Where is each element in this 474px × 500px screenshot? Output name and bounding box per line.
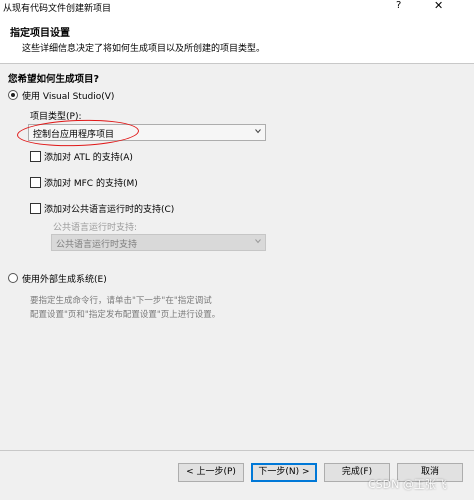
radio-use-external-build[interactable] — [8, 273, 18, 283]
external-build-note-line1: 要指定生成命令行，请单击"下一步"在"指定调试 — [30, 296, 212, 306]
checkbox-clr-label[interactable]: 添加对公共语言运行时的支持(C) — [44, 202, 174, 215]
project-type-select[interactable]: 控制台应用程序项目 — [28, 124, 266, 141]
project-type-label: 项目类型(P): — [30, 112, 82, 122]
page-title: 指定项目设置 — [10, 28, 70, 39]
close-button[interactable]: ✕ — [434, 0, 443, 12]
title-bar: 从现有代码文件创建新项目 ? ✕ — [0, 0, 474, 14]
clr-support-label: 公共语言运行时支持: — [53, 223, 138, 233]
next-button[interactable]: 下一步(N) > — [251, 463, 317, 482]
help-button[interactable]: ? — [396, 0, 401, 11]
checkbox-mfc-label[interactable]: 添加对 MFC 的支持(M) — [44, 176, 138, 189]
page-description: 这些详细信息决定了将如何生成项目以及所创建的项目类型。 — [22, 44, 266, 54]
build-question: 您希望如何生成项目? — [8, 74, 100, 85]
checkbox-clr[interactable] — [30, 203, 41, 214]
project-type-value: 控制台应用程序项目 — [33, 130, 115, 140]
wizard-header: 指定项目设置 这些详细信息决定了将如何生成项目以及所创建的项目类型。 — [0, 14, 474, 64]
footer-divider — [0, 450, 474, 451]
radio-use-external-build-label[interactable]: 使用外部生成系统(E) — [22, 272, 107, 285]
checkbox-atl-label[interactable]: 添加对 ATL 的支持(A) — [44, 150, 133, 163]
radio-use-visual-studio-label[interactable]: 使用 Visual Studio(V) — [22, 89, 114, 102]
clr-support-select: 公共语言运行时支持 — [51, 234, 266, 251]
clr-support-value: 公共语言运行时支持 — [56, 240, 138, 250]
back-button[interactable]: < 上一步(P) — [178, 463, 244, 482]
chevron-down-icon — [255, 239, 261, 244]
external-build-note-line2: 配置设置"页和"指定发布配置设置"页上进行设置。 — [30, 310, 221, 320]
checkbox-atl[interactable] — [30, 151, 41, 162]
checkbox-mfc[interactable] — [30, 177, 41, 188]
chevron-down-icon — [255, 129, 261, 134]
window-title: 从现有代码文件创建新项目 — [3, 4, 112, 14]
radio-use-visual-studio[interactable] — [8, 90, 18, 100]
watermark: CSDN @王张飞 — [368, 478, 447, 491]
